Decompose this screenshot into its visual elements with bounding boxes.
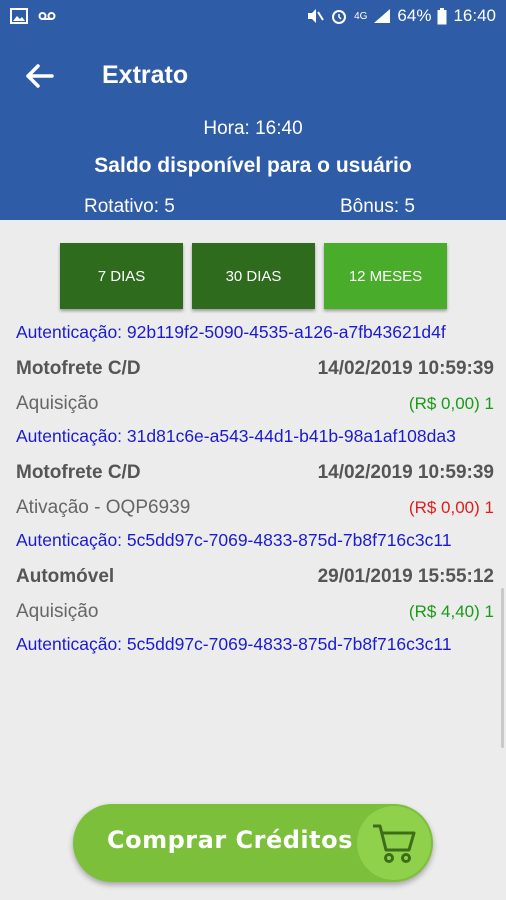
clock: 16:40 (453, 6, 496, 25)
battery-percent: 64% (397, 6, 432, 25)
item-datetime: 29/01/2019 15:55:12 (317, 566, 494, 587)
item-name: Motofrete C/D (16, 462, 141, 483)
item-amount: (R$ 0,00) 1 (409, 498, 494, 518)
authentication-code: Autenticação: 5c5dd97c-7069-4833-875d-7b… (16, 634, 452, 654)
statement-list[interactable]: Autenticação: 92b119f2-5090-4535-a126-a7… (16, 320, 494, 798)
amount-value: (R$ 4,40) (408, 602, 480, 621)
filter-7-days-button[interactable]: 7 DIAS (60, 243, 183, 309)
item-amount: (R$ 4,40) 1 (409, 602, 494, 622)
image-icon (10, 8, 28, 24)
cart-button-circle (357, 806, 431, 880)
mute-icon (308, 9, 324, 23)
amount-value: (R$ 0,00) (408, 394, 480, 413)
bonus-balance: Bônus: 5 (340, 196, 415, 217)
item-amount: (R$ 0,00) 1 (409, 394, 494, 414)
list-item: Motofrete C/D 14/02/2019 10:59:39 Aquisi… (16, 354, 494, 448)
item-datetime: 14/02/2019 10:59:39 (317, 358, 494, 379)
list-item: Automóvel 29/01/2019 15:55:12 Aquisição … (16, 562, 494, 656)
filter-12-months-button[interactable]: 12 MESES (324, 243, 447, 309)
amount-qty: 1 (484, 394, 494, 413)
item-kind: Aquisição (16, 601, 99, 622)
status-bar: 4G 64% 16:40 (0, 0, 506, 34)
balance-title: Saldo disponível para o usuário (94, 154, 412, 177)
item-kind: Aquisição (16, 393, 99, 414)
filter-label: 7 DIAS (97, 267, 146, 285)
voicemail-icon (38, 12, 56, 20)
page-title: Extrato (102, 61, 189, 89)
filter-label: 30 DIAS (225, 267, 282, 285)
item-datetime: 14/02/2019 10:59:39 (317, 462, 494, 483)
authentication-code: Autenticação: 5c5dd97c-7069-4833-875d-7b… (16, 530, 452, 550)
scrollbar[interactable] (501, 588, 504, 748)
app-header: Extrato Hora: 16:40 Saldo disponível par… (0, 34, 506, 220)
buy-credits-button[interactable]: Comprar Créditos (73, 804, 433, 882)
item-kind: Ativação - OQP6939 (16, 497, 191, 518)
item-name: Automóvel (16, 566, 115, 587)
battery-icon (437, 7, 447, 24)
signal-icon (374, 9, 391, 23)
amount-qty: 1 (484, 498, 494, 517)
network-type: 4G (354, 10, 368, 22)
amount-qty: 1 (484, 602, 494, 621)
list-item: Motofrete C/D 14/02/2019 10:59:39 Ativaç… (16, 458, 494, 552)
buy-credits-label: Comprar Créditos (107, 826, 353, 854)
rotativo-balance: Rotativo: 5 (84, 196, 175, 217)
amount-value: (R$ 0,00) (408, 498, 480, 517)
authentication-code: Autenticação: 92b119f2-5090-4535-a126-a7… (16, 322, 446, 342)
back-arrow-icon[interactable] (20, 58, 60, 94)
period-filters: 7 DIAS 30 DIAS 12 MESES (60, 243, 447, 309)
alarm-icon (332, 10, 347, 24)
item-name: Motofrete C/D (16, 358, 141, 379)
shopping-cart-icon (373, 824, 416, 863)
authentication-code: Autenticação: 31d81c6e-a543-44d1-b41b-98… (16, 426, 456, 446)
filter-30-days-button[interactable]: 30 DIAS (192, 243, 315, 309)
filter-label: 12 MESES (348, 267, 423, 285)
current-time-label: Hora: 16:40 (203, 118, 303, 139)
